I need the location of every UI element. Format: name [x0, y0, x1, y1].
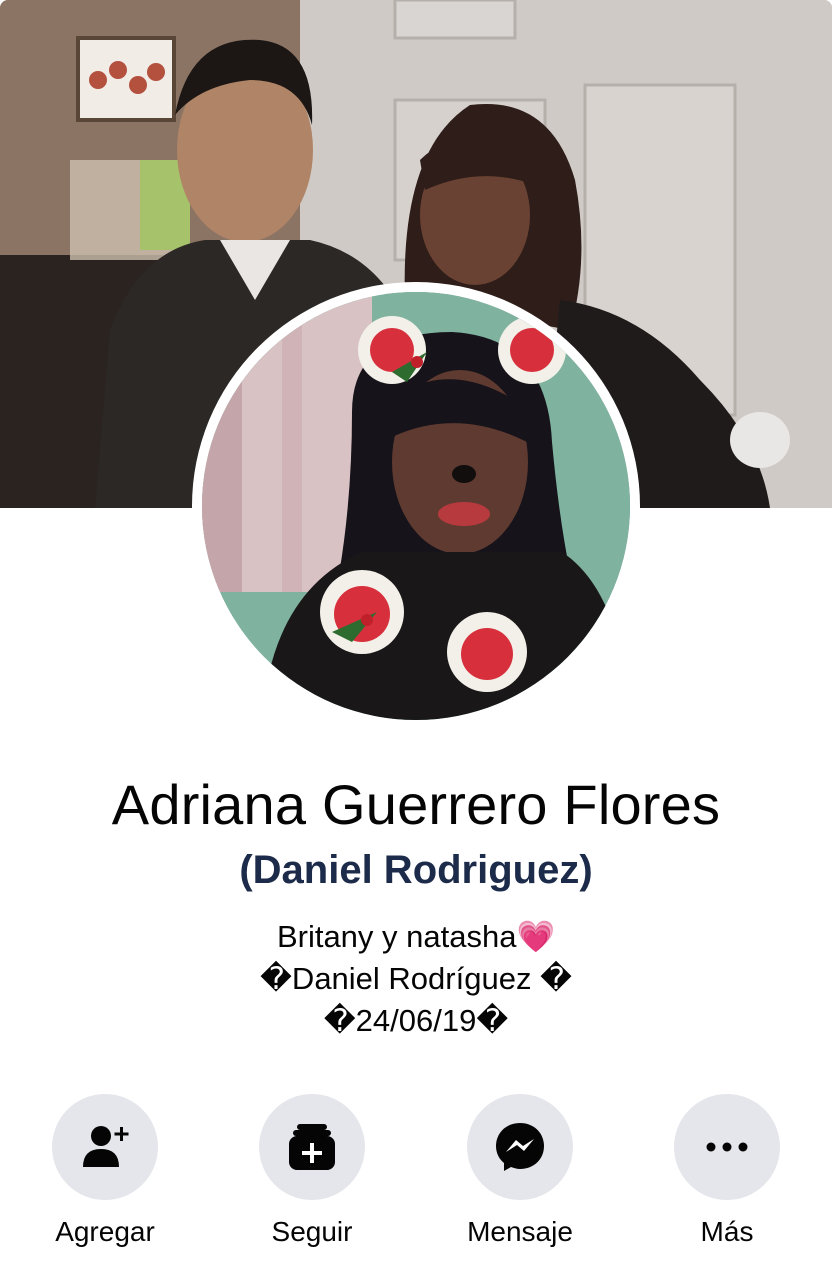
- add-friend-label: Agregar: [55, 1216, 155, 1247]
- profile-page: Adriana Guerrero Flores (Daniel Rodrigue…: [0, 0, 832, 1280]
- profile-actions: Agregar Seguir Mensaje Más: [0, 1094, 832, 1264]
- add-friend-button-circle[interactable]: [52, 1094, 158, 1200]
- follow-icon: [289, 1124, 335, 1170]
- more-label: Más: [700, 1216, 754, 1247]
- add-friend-icon: [83, 1126, 129, 1167]
- bio-line: �24/06/19�: [323, 1003, 509, 1038]
- more-button-circle[interactable]: [674, 1094, 780, 1200]
- profile-name: Adriana Guerrero Flores: [111, 773, 721, 836]
- message-label: Mensaje: [467, 1216, 573, 1247]
- add-friend-button[interactable]: Agregar: [15, 1094, 195, 1264]
- follow-button[interactable]: Seguir: [222, 1094, 402, 1264]
- profile-bio: Britany y natasha💗 �Daniel Rodríguez � �…: [0, 916, 832, 1042]
- profile-picture[interactable]: [202, 292, 630, 720]
- message-button[interactable]: Mensaje: [430, 1094, 610, 1264]
- profile-picture-frame[interactable]: [192, 282, 640, 730]
- bio-line: Britany y natasha💗: [276, 919, 556, 954]
- bio-line: �Daniel Rodríguez �: [260, 961, 572, 996]
- more-button[interactable]: Más: [637, 1094, 817, 1264]
- follow-label: Seguir: [271, 1216, 353, 1247]
- follow-button-circle[interactable]: [259, 1094, 365, 1200]
- more-icon: [706, 1142, 748, 1152]
- message-button-circle[interactable]: [467, 1094, 573, 1200]
- messenger-icon: [496, 1123, 544, 1171]
- alternate-name: (Daniel Rodriguez): [239, 848, 593, 892]
